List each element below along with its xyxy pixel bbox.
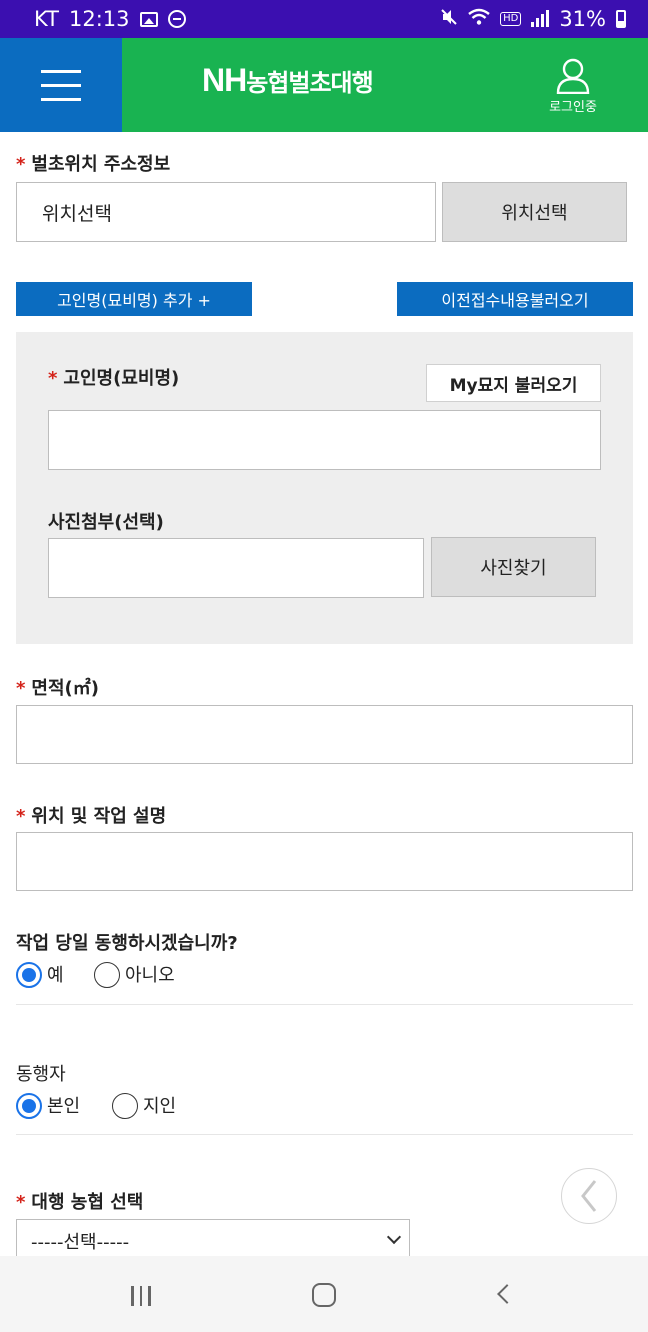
accompany-no-radio[interactable] [94,962,120,988]
carrier-label: KT [34,7,59,31]
location-field[interactable]: 위치선택 [16,182,436,242]
user-icon [556,58,590,94]
hamburger-menu-button[interactable] [0,38,122,132]
status-right: HD 31% [440,7,626,31]
photo-attach-input[interactable] [48,538,424,598]
brand-name: 농협벌초대행 [246,69,373,97]
image-icon [139,11,158,27]
accompany-yes-radio[interactable] [16,962,42,988]
area-input[interactable] [16,705,633,764]
clock: 12:13 [68,7,130,31]
divider [16,1134,633,1135]
required-mark: * [16,678,26,699]
add-deceased-button[interactable]: 고인명(묘비명) 추가 + [16,282,252,316]
select-location-button[interactable]: 위치선택 [442,182,627,242]
app-header: NH 농협벌초대행 로그인중 [0,38,648,132]
hd-icon: HD [500,12,522,26]
status-bar: KT 12:13 HD 31% [0,0,648,38]
area-label-text: 면적(㎡) [31,678,99,699]
status-left: KT 12:13 [34,7,186,31]
required-mark: * [16,154,26,175]
agency-label: * 대행 농협 선택 [16,1188,143,1214]
find-photo-button[interactable]: 사진찾기 [431,537,596,597]
description-label-text: 위치 및 작업 설명 [31,806,167,827]
mute-icon [440,7,458,31]
area-label: * 면적(㎡) [16,674,99,700]
login-status-label: 로그인중 [549,100,597,115]
agency-label-text: 대행 농협 선택 [31,1192,144,1213]
chevron-down-icon [386,1229,402,1245]
companion-self-radio[interactable] [16,1093,42,1119]
battery-icon [616,10,626,28]
floating-back-button[interactable] [561,1168,617,1224]
location-label-text: 벌초위치 주소정보 [31,154,171,175]
description-input[interactable] [16,832,633,891]
required-mark: * [48,368,58,389]
photo-attach-label: 사진첨부(선택) [48,512,164,533]
signal-icon [531,10,550,27]
accompany-question: 작업 당일 동행하시겠습니까? [16,933,238,954]
divider [16,1004,633,1005]
accompany-no-label[interactable]: 아니오 [125,961,175,987]
companion-acquaintance-label[interactable]: 지인 [143,1092,176,1118]
accompany-yes-label[interactable]: 예 [47,961,64,987]
back-icon[interactable] [497,1284,517,1304]
required-mark: * [16,1192,26,1213]
companion-self-label[interactable]: 본인 [47,1092,80,1118]
companion-acquaintance-radio[interactable] [112,1093,138,1119]
deceased-name-input[interactable] [48,410,601,470]
deceased-name-label-text: 고인명(묘비명) [63,368,180,389]
hamburger-icon-line [41,97,81,101]
login-status-button[interactable]: 로그인중 [538,58,608,115]
battery-percent: 31% [559,7,606,31]
brand-logo[interactable]: NH 농협벌초대행 [202,62,374,99]
hamburger-icon-line [41,69,81,73]
chevron-left-icon [581,1180,597,1212]
home-icon[interactable] [312,1283,336,1307]
description-label: * 위치 및 작업 설명 [16,802,166,828]
required-mark: * [16,806,26,827]
location-label: * 벌초위치 주소정보 [16,150,170,176]
deceased-name-label: * 고인명(묘비명) [48,364,179,390]
companion-label: 동행자 [16,1064,66,1085]
load-previous-button[interactable]: 이전접수내용불러오기 [397,282,633,316]
recent-apps-icon[interactable] [131,1286,151,1306]
agency-select-value: -----선택----- [31,1232,130,1253]
brand-logo-nh: NH [202,62,247,98]
my-grave-load-button[interactable]: My묘지 불러오기 [426,364,601,402]
wifi-icon [468,7,490,31]
dnd-icon [167,10,186,28]
hamburger-icon-line [41,83,81,87]
system-nav-bar [0,1256,648,1332]
